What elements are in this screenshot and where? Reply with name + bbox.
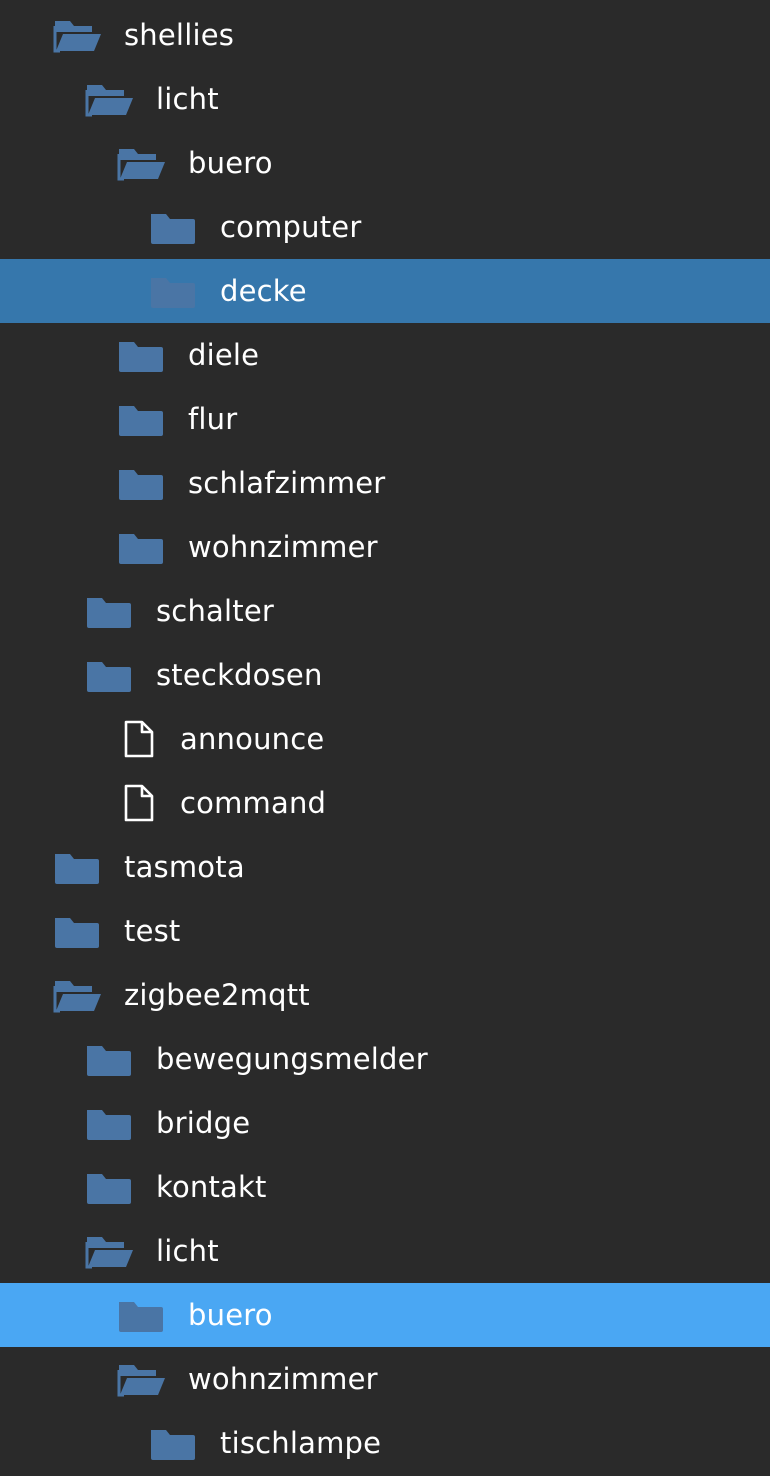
tree-item-label: tasmota (124, 850, 245, 884)
tree-item-label: steckdosen (156, 658, 323, 692)
tree-row-wohnzimmer[interactable]: wohnzimmer (0, 1347, 770, 1411)
tree-item-label: licht (156, 1234, 219, 1268)
folder-icon (52, 911, 104, 951)
folder-icon (116, 335, 168, 375)
folder-icon (84, 1039, 136, 1079)
tree-row-kontakt[interactable]: kontakt (0, 1155, 770, 1219)
folder-icon (84, 1103, 136, 1143)
folder-icon (148, 271, 200, 311)
folder-icon (148, 207, 200, 247)
tree-row-buero[interactable]: buero (0, 131, 770, 195)
tree-row-computer[interactable]: computer (0, 195, 770, 259)
tree-row-schalter[interactable]: schalter (0, 579, 770, 643)
tree-row-decke[interactable]: decke (0, 259, 770, 323)
tree-row-wohnzimmer[interactable]: wohnzimmer (0, 515, 770, 579)
tree-row-shellies[interactable]: shellies (0, 3, 770, 67)
tree-item-label: bridge (156, 1106, 251, 1140)
tree-row-schlafzimmer[interactable]: schlafzimmer (0, 451, 770, 515)
tree-row-tischlampe[interactable]: tischlampe (0, 1411, 770, 1475)
tree-row-command[interactable]: command (0, 771, 770, 835)
tree-row-tasmota[interactable]: tasmota (0, 835, 770, 899)
tree-row-diele[interactable]: diele (0, 323, 770, 387)
tree-item-label: schlafzimmer (188, 466, 386, 500)
folder-icon (148, 1423, 200, 1463)
file-icon (122, 783, 156, 823)
folder-open-icon (52, 15, 104, 55)
tree-item-label: buero (188, 146, 273, 180)
topic-tree: shellies licht buero computer decke diele flur… (0, 3, 770, 1475)
tree-item-label: licht (156, 82, 219, 116)
tree-item-label: shellies (124, 18, 235, 52)
tree-row-steckdosen[interactable]: steckdosen (0, 643, 770, 707)
tree-row-zigbee2mqtt[interactable]: zigbee2mqtt (0, 963, 770, 1027)
folder-open-icon (84, 79, 136, 119)
folder-icon (116, 527, 168, 567)
tree-row-bewegungsmelder[interactable]: bewegungsmelder (0, 1027, 770, 1091)
tree-item-label: wohnzimmer (188, 530, 378, 564)
tree-row-buero[interactable]: buero (0, 1283, 770, 1347)
tree-row-flur[interactable]: flur (0, 387, 770, 451)
tree-item-label: test (124, 914, 181, 948)
tree-item-label: flur (188, 402, 238, 436)
tree-item-label: tischlampe (220, 1426, 382, 1460)
tree-item-label: schalter (156, 594, 274, 628)
folder-icon (116, 399, 168, 439)
folder-icon (116, 1295, 168, 1335)
folder-icon (84, 655, 136, 695)
tree-item-label: buero (188, 1298, 273, 1332)
folder-icon (116, 463, 168, 503)
folder-open-icon (116, 1359, 168, 1399)
folder-open-icon (52, 975, 104, 1015)
tree-row-bridge[interactable]: bridge (0, 1091, 770, 1155)
tree-item-label: computer (220, 210, 362, 244)
tree-row-test[interactable]: test (0, 899, 770, 963)
tree-item-label: kontakt (156, 1170, 267, 1204)
folder-icon (52, 847, 104, 887)
tree-item-label: announce (180, 722, 325, 756)
folder-icon (84, 591, 136, 631)
file-icon (122, 719, 156, 759)
tree-item-label: diele (188, 338, 260, 372)
tree-row-announce[interactable]: announce (0, 707, 770, 771)
folder-open-icon (84, 1231, 136, 1271)
folder-icon (84, 1167, 136, 1207)
tree-item-label: command (180, 786, 327, 820)
folder-open-icon (116, 143, 168, 183)
tree-item-label: wohnzimmer (188, 1362, 378, 1396)
tree-item-label: bewegungsmelder (156, 1042, 428, 1076)
tree-row-licht[interactable]: licht (0, 67, 770, 131)
tree-row-licht[interactable]: licht (0, 1219, 770, 1283)
tree-item-label: zigbee2mqtt (124, 978, 310, 1012)
tree-item-label: decke (220, 274, 307, 308)
